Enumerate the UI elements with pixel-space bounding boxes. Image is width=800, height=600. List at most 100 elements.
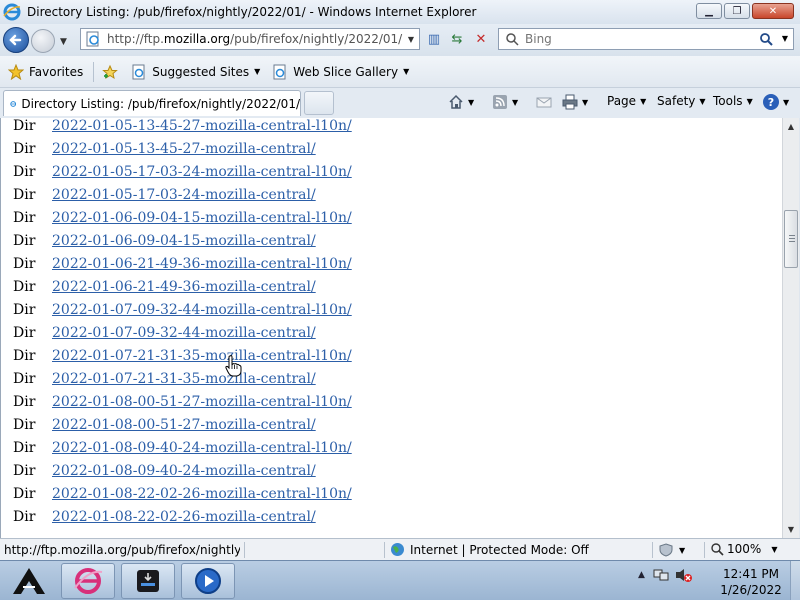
- entry-type: Dir: [13, 187, 36, 203]
- home-icon: [449, 94, 463, 109]
- favorites-label: Favorites: [29, 64, 84, 79]
- directory-link[interactable]: 2022-01-07-21-31-35-mozilla-central/: [52, 371, 316, 387]
- zoom-control[interactable]: 100% ▼: [710, 542, 777, 556]
- directory-link[interactable]: 2022-01-08-22-02-26-mozilla-central-l10n…: [52, 486, 352, 502]
- web-slice-gallery-button[interactable]: Web Slice Gallery ▼: [272, 64, 409, 80]
- directory-link[interactable]: 2022-01-05-13-45-27-mozilla-central/: [52, 141, 316, 157]
- search-icon[interactable]: [759, 32, 773, 46]
- compatibility-view-button[interactable]: ▥: [423, 29, 445, 49]
- tools-menu[interactable]: Tools ▼: [713, 94, 753, 108]
- page-icon: [86, 31, 99, 47]
- taskbar-app-dark[interactable]: [121, 563, 175, 599]
- entry-type: Dir: [13, 371, 36, 387]
- print-button[interactable]: ▼: [562, 94, 588, 110]
- feeds-button[interactable]: ▼: [492, 94, 518, 110]
- directory-link[interactable]: 2022-01-06-09-04-15-mozilla-central-l10n…: [52, 210, 352, 226]
- scroll-thumb[interactable]: [784, 210, 798, 268]
- show-desktop-button[interactable]: [790, 561, 800, 600]
- search-options-dropdown[interactable]: ▼: [782, 34, 788, 43]
- help-button[interactable]: ? ▼: [763, 94, 789, 110]
- close-button[interactable]: ✕: [752, 3, 794, 19]
- refresh-button[interactable]: ⇆: [446, 29, 468, 49]
- maximize-icon: ❐: [732, 5, 742, 17]
- window-title-bar: Directory Listing: /pub/firefox/nightly/…: [0, 0, 800, 24]
- favorites-separator: [93, 61, 95, 82]
- home-button[interactable]: ▼: [448, 94, 474, 110]
- suggested-sites-button[interactable]: Suggested Sites ▼: [131, 64, 260, 80]
- scroll-up-button[interactable]: ▲: [783, 118, 799, 135]
- directory-link[interactable]: 2022-01-08-09-40-24-mozilla-central/: [52, 463, 316, 479]
- tools-menu-label: Tools: [713, 94, 743, 108]
- navigation-bar: ▼ http://ftp.mozilla.org/pub/firefox/nig…: [0, 24, 800, 56]
- shield-icon: [659, 543, 673, 557]
- directory-link[interactable]: 2022-01-06-21-49-36-mozilla-central-l10n…: [52, 256, 352, 272]
- directory-link[interactable]: 2022-01-07-09-32-44-mozilla-central-l10n…: [52, 302, 352, 318]
- add-favorite-icon: [102, 64, 119, 79]
- system-clock[interactable]: 12:41 PM 1/26/2022: [716, 566, 786, 598]
- zone-text: Internet | Protected Mode: Off: [410, 542, 589, 557]
- page-menu[interactable]: Page ▼: [607, 94, 646, 108]
- address-bar[interactable]: http://ftp.mozilla.org/pub/firefox/night…: [80, 28, 420, 50]
- directory-link[interactable]: 2022-01-06-09-04-15-mozilla-central/: [52, 233, 316, 249]
- chevron-down-icon: ▼: [582, 97, 589, 107]
- read-mail-button[interactable]: [536, 94, 552, 110]
- web-slice-gallery-label: Web Slice Gallery: [293, 64, 399, 79]
- status-url: http://ftp.mozilla.org/pub/firefox/night…: [4, 543, 240, 557]
- maximize-button[interactable]: ❐: [724, 3, 750, 19]
- chevron-down-icon: ▼: [640, 96, 647, 106]
- chevron-down-icon: ▼: [403, 67, 410, 76]
- vertical-scrollbar[interactable]: ▲ ▼: [782, 118, 799, 538]
- tab-bar: Directory Listing: /pub/firefox/nightly/…: [0, 88, 800, 118]
- minimize-button[interactable]: ▁: [696, 3, 722, 19]
- add-to-favorites-bar-button[interactable]: [102, 64, 123, 80]
- directory-link[interactable]: 2022-01-08-00-51-27-mozilla-central-l10n…: [52, 394, 352, 410]
- new-tab-button[interactable]: [304, 91, 334, 115]
- directory-link[interactable]: 2022-01-08-09-40-24-mozilla-central-l10n…: [52, 440, 352, 456]
- directory-link[interactable]: 2022-01-08-00-51-27-mozilla-central/: [52, 417, 316, 433]
- close-icon: ✕: [768, 5, 778, 17]
- search-input[interactable]: [525, 32, 765, 46]
- clock-time: 12:41 PM: [723, 567, 779, 581]
- tab-label: Directory Listing: /pub/firefox/nightly/…: [21, 96, 300, 111]
- help-icon: ?: [763, 94, 779, 110]
- forward-button[interactable]: [31, 29, 55, 53]
- drive-icon: [137, 570, 159, 592]
- safety-menu-label: Safety: [657, 94, 696, 108]
- taskbar-internet-explorer[interactable]: [61, 563, 115, 599]
- recent-pages-dropdown[interactable]: ▼: [60, 37, 67, 47]
- security-zone[interactable]: Internet | Protected Mode: Off: [390, 542, 589, 557]
- bing-search-icon: [506, 33, 519, 46]
- directory-link[interactable]: 2022-01-07-21-31-35-mozilla-central-l10n…: [52, 348, 352, 364]
- chevron-down-icon: ▼: [783, 97, 790, 107]
- volume-muted-icon[interactable]: [675, 567, 693, 583]
- safety-menu[interactable]: Safety ▼: [657, 94, 706, 108]
- entry-type: Dir: [13, 486, 36, 502]
- directory-link[interactable]: 2022-01-06-21-49-36-mozilla-central/: [52, 279, 316, 295]
- address-dropdown-icon[interactable]: ▼: [408, 35, 414, 44]
- entry-type: Dir: [13, 394, 36, 410]
- entry-type: Dir: [13, 463, 36, 479]
- globe-icon: [391, 543, 404, 556]
- address-url: http://ftp.mozilla.org/pub/firefox/night…: [107, 32, 403, 46]
- stop-button[interactable]: ✕: [470, 29, 492, 49]
- favorites-button[interactable]: Favorites: [8, 63, 84, 80]
- taskbar-media-player[interactable]: [181, 563, 235, 599]
- clock-date: 1/26/2022: [720, 583, 782, 597]
- popup-blocker-status[interactable]: ▼: [658, 543, 685, 557]
- tab-directory-listing[interactable]: Directory Listing: /pub/firefox/nightly/…: [3, 90, 301, 116]
- network-icon[interactable]: [653, 567, 669, 583]
- minimize-icon: ▁: [705, 5, 713, 17]
- start-button[interactable]: [3, 563, 55, 599]
- directory-link[interactable]: 2022-01-07-09-32-44-mozilla-central/: [52, 325, 316, 341]
- search-box[interactable]: ▼: [498, 28, 794, 50]
- zoom-level: 100%: [727, 542, 762, 556]
- show-hidden-icons-icon[interactable]: ▲: [638, 570, 645, 580]
- back-button[interactable]: [3, 27, 29, 53]
- scroll-down-button[interactable]: ▼: [783, 521, 799, 538]
- chevron-down-icon: ▼: [771, 544, 778, 554]
- directory-link[interactable]: 2022-01-05-17-03-24-mozilla-central/: [52, 187, 316, 203]
- directory-link[interactable]: 2022-01-05-17-03-24-mozilla-central-l10n…: [52, 164, 352, 180]
- directory-link[interactable]: 2022-01-08-22-02-26-mozilla-central/: [52, 509, 316, 525]
- entry-type: Dir: [13, 210, 36, 226]
- directory-link[interactable]: 2022-01-05-13-45-27-mozilla-central-l10n…: [52, 118, 352, 134]
